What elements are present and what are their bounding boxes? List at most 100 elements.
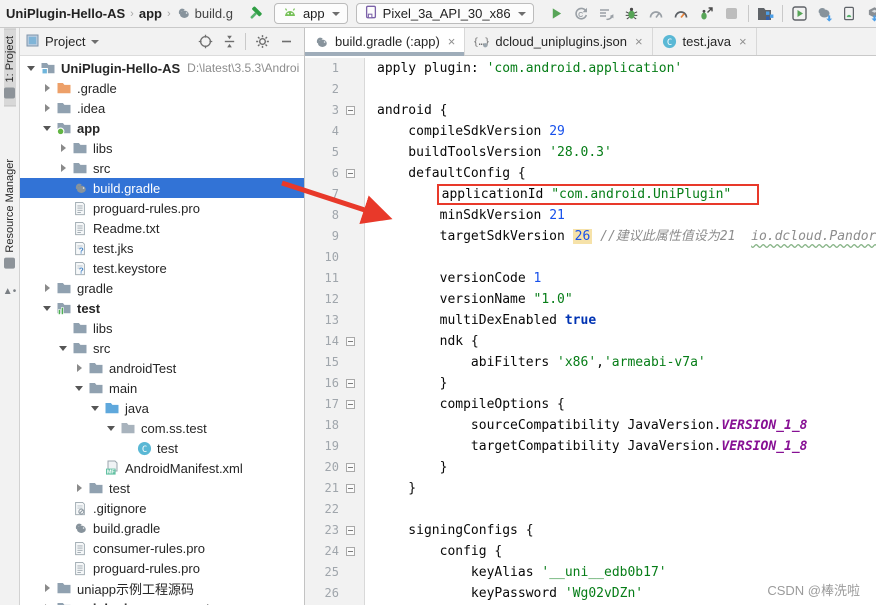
fold-marker-icon[interactable] xyxy=(339,547,361,556)
editor-tab-dcloud_uniplugins.json[interactable]: {…} dcloud_uniplugins.json × xyxy=(465,28,653,55)
tree-item-uniplugin-hello-as[interactable]: UniPlugin-Hello-AS D:\latest\3.5.3\Andro… xyxy=(20,58,304,78)
chevron-expanded-icon[interactable] xyxy=(90,403,100,413)
code-line-9[interactable]: targetSdkVersion 26 //建议此属性值设为21 io.dclo… xyxy=(377,226,876,247)
hide-icon[interactable] xyxy=(274,30,298,54)
apply-changes-restart-icon[interactable]: C xyxy=(569,2,594,26)
code-line-23[interactable]: signingConfigs { xyxy=(377,520,876,541)
fold-marker-icon[interactable] xyxy=(339,379,361,388)
tree-item-build.gradle[interactable]: build.gradle xyxy=(20,178,304,198)
avd-manager-icon[interactable] xyxy=(837,2,862,26)
tree-item-libs[interactable]: libs xyxy=(20,318,304,338)
fold-marker-icon[interactable] xyxy=(339,106,361,115)
make-project-button[interactable] xyxy=(247,2,264,26)
editor-tab-test.java[interactable]: Ctest.java × xyxy=(653,28,757,55)
code-line-17[interactable]: compileOptions { xyxy=(377,394,876,415)
tree-item-test.keystore[interactable]: ? test.keystore xyxy=(20,258,304,278)
breadcrumb-item[interactable]: app xyxy=(139,6,162,21)
code-line-13[interactable]: multiDexEnabled true xyxy=(377,310,876,331)
chevron-expanded-icon[interactable] xyxy=(26,63,36,73)
tree-item-.idea[interactable]: .idea xyxy=(20,98,304,118)
tree-item-test[interactable]: test xyxy=(20,478,304,498)
debug-icon[interactable] xyxy=(619,2,644,26)
code-editor[interactable]: 1 2 3 4 5 6 7 8 9 10 11 12 13 14 15 16 17 18 19 20 21 22 23 24 2… xyxy=(305,56,876,605)
breadcrumb-item[interactable]: UniPlugin-Hello-AS xyxy=(6,6,125,21)
tree-item-test.jks[interactable]: ? test.jks xyxy=(20,238,304,258)
attach-profiler-icon[interactable] xyxy=(644,2,669,26)
tree-item-app[interactable]: app xyxy=(20,118,304,138)
fold-marker-icon[interactable] xyxy=(339,526,361,535)
fold-marker-icon[interactable] xyxy=(339,463,361,472)
chevron-down-icon[interactable] xyxy=(91,39,100,44)
tree-item-main[interactable]: main xyxy=(20,378,304,398)
gradle-sync-icon[interactable] xyxy=(812,2,837,26)
code-line-20[interactable]: } xyxy=(377,457,876,478)
device-manager-icon[interactable] xyxy=(753,2,778,26)
tree-item-proguard-rules.pro[interactable]: proguard-rules.pro xyxy=(20,198,304,218)
device-select[interactable]: Pixel_3a_API_30_x86 xyxy=(355,3,534,24)
code-line-4[interactable]: compileSdkVersion 29 xyxy=(377,121,876,142)
project-panel-title[interactable]: Project xyxy=(45,34,85,49)
code-line-2[interactable] xyxy=(377,79,876,100)
settings-icon[interactable] xyxy=(250,30,274,54)
chevron-expanded-icon[interactable] xyxy=(58,343,68,353)
code-line-11[interactable]: versionCode 1 xyxy=(377,268,876,289)
tree-item-build.gradle[interactable]: build.gradle xyxy=(20,518,304,538)
chevron-expanded-icon[interactable] xyxy=(42,123,52,133)
fold-marker-icon[interactable] xyxy=(339,337,361,346)
code-line-16[interactable]: } xyxy=(377,373,876,394)
close-icon[interactable]: × xyxy=(448,34,456,49)
code-line-18[interactable]: sourceCompatibility JavaVersion.VERSION_… xyxy=(377,415,876,436)
code-line-1[interactable]: apply plugin: 'com.android.application' xyxy=(377,58,876,79)
tree-item-libs[interactable]: libs xyxy=(20,138,304,158)
tree-item-src[interactable]: src xyxy=(20,158,304,178)
chevron-expanded-icon[interactable] xyxy=(42,303,52,313)
chevron-collapsed-icon[interactable] xyxy=(58,143,68,153)
chevron-collapsed-icon[interactable] xyxy=(42,283,52,293)
chevron-collapsed-icon[interactable] xyxy=(42,103,52,113)
locate-icon[interactable] xyxy=(193,30,217,54)
stop-icon[interactable] xyxy=(719,2,744,26)
code-line-3[interactable]: android { xyxy=(377,100,876,121)
run-icon[interactable] xyxy=(544,2,569,26)
run-configuration-select[interactable]: app xyxy=(273,3,348,24)
profile-icon[interactable] xyxy=(669,2,694,26)
chevron-expanded-icon[interactable] xyxy=(74,383,84,393)
tree-item-test[interactable]: test xyxy=(20,298,304,318)
tree-item-uniplugin-component[interactable]: uniplugin-component xyxy=(20,598,304,605)
code-line-6[interactable]: defaultConfig { xyxy=(377,163,876,184)
code-line-24[interactable]: config { xyxy=(377,541,876,562)
tool-window-tab-project[interactable]: 1: Project xyxy=(3,28,16,107)
tree-item-androidtest[interactable]: androidTest xyxy=(20,358,304,378)
chevron-collapsed-icon[interactable] xyxy=(58,163,68,173)
code-line-22[interactable] xyxy=(377,499,876,520)
tree-item-uniapp-[interactable]: uniapp示例工程源码 xyxy=(20,578,304,598)
sdk-manager-icon[interactable] xyxy=(862,2,876,26)
code-line-10[interactable] xyxy=(377,247,876,268)
run-box-icon[interactable] xyxy=(787,2,812,26)
code-line-14[interactable]: ndk { xyxy=(377,331,876,352)
code-line-19[interactable]: targetCompatibility JavaVersion.VERSION_… xyxy=(377,436,876,457)
tree-item-java[interactable]: java xyxy=(20,398,304,418)
code-line-7[interactable]: applicationId "com.android.UniPlugin" xyxy=(377,184,876,205)
fold-marker-icon[interactable] xyxy=(339,400,361,409)
tree-item-.gradle[interactable]: .gradle xyxy=(20,78,304,98)
code-line-21[interactable]: } xyxy=(377,478,876,499)
code-line-15[interactable]: abiFilters 'x86','armeabi-v7a' xyxy=(377,352,876,373)
code-line-12[interactable]: versionName "1.0" xyxy=(377,289,876,310)
code-line-5[interactable]: buildToolsVersion '28.0.3' xyxy=(377,142,876,163)
tree-item-androidmanifest.xml[interactable]: MF AndroidManifest.xml xyxy=(20,458,304,478)
chevron-collapsed-icon[interactable] xyxy=(42,83,52,93)
close-icon[interactable]: × xyxy=(739,34,747,49)
tool-window-tab-resource-manager[interactable]: Resource Manager xyxy=(4,152,16,276)
tree-item-test[interactable]: Ctest xyxy=(20,438,304,458)
chevron-collapsed-icon[interactable] xyxy=(74,483,84,493)
fold-marker-icon[interactable] xyxy=(339,484,361,493)
structure-tool-window-icon[interactable]: ▲• xyxy=(3,286,16,297)
apply-code-changes-icon[interactable] xyxy=(594,2,619,26)
chevron-expanded-icon[interactable] xyxy=(106,423,116,433)
tree-item-consumer-rules.pro[interactable]: consumer-rules.pro xyxy=(20,538,304,558)
tree-item-readme.txt[interactable]: Readme.txt xyxy=(20,218,304,238)
tree-item-com.ss.test[interactable]: com.ss.test xyxy=(20,418,304,438)
collapse-all-icon[interactable] xyxy=(217,30,241,54)
attach-debugger-icon[interactable] xyxy=(694,2,719,26)
